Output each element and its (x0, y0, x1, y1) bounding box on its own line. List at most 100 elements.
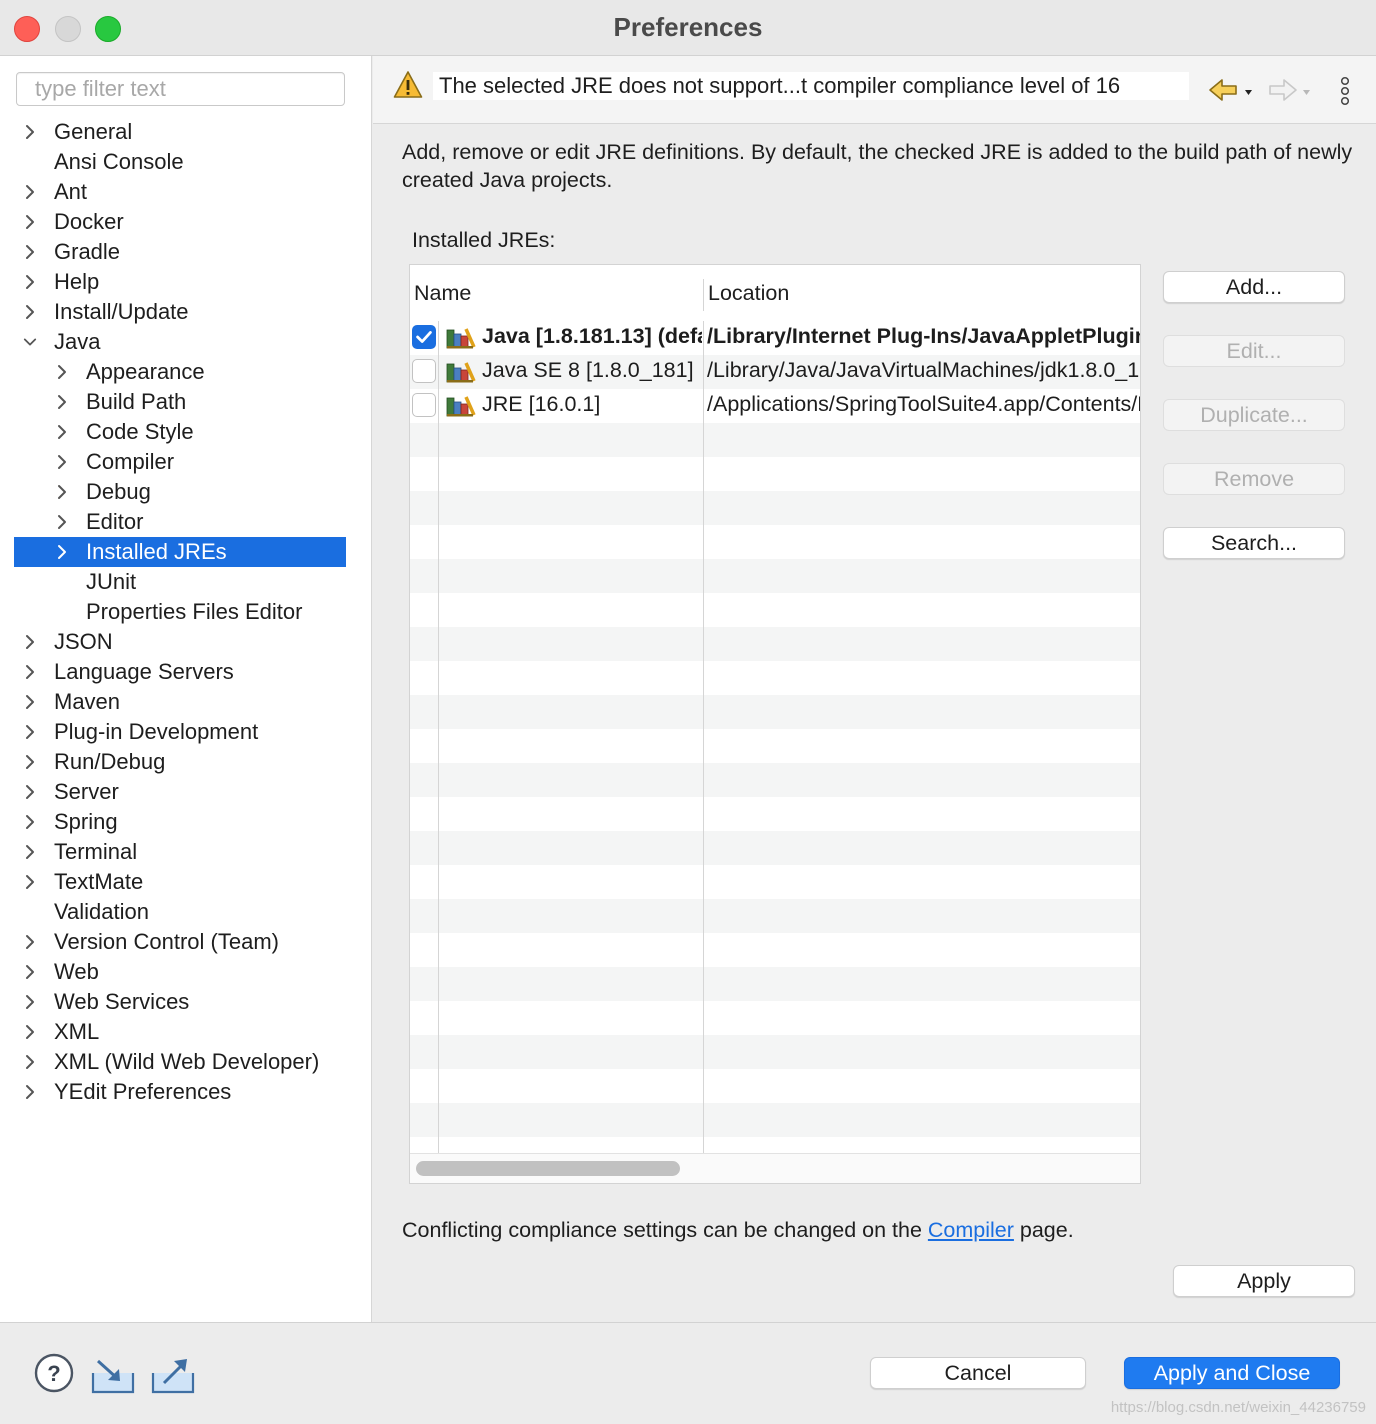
chevron-right-icon[interactable] (52, 447, 72, 477)
chevron-down-icon[interactable] (20, 327, 40, 357)
sidebar-item-properties-files-editor[interactable]: Properties Files Editor (14, 597, 346, 627)
chevron-right-icon[interactable] (20, 1047, 40, 1077)
chevron-right-icon[interactable] (20, 777, 40, 807)
sidebar-item-compiler[interactable]: Compiler (14, 447, 346, 477)
search-button[interactable]: Search... (1163, 527, 1345, 559)
duplicate-button[interactable]: Duplicate... (1163, 399, 1345, 431)
jre-row[interactable]: JRE [16.0.1] /Applications/SpringToolSuit… (410, 389, 1140, 423)
edit-button[interactable]: Edit... (1163, 335, 1345, 367)
jre-row[interactable]: Java [1.8.181.13] (default)/Library/Inte… (410, 321, 1140, 355)
chevron-right-icon[interactable] (20, 627, 40, 657)
sidebar-item-label: Spring (54, 809, 118, 834)
sidebar-item-plug-in-development[interactable]: Plug-in Development (14, 717, 346, 747)
installed-jres-page: The selected JRE does not support...t co… (373, 56, 1376, 1322)
sidebar-item-gradle[interactable]: Gradle (14, 237, 346, 267)
chevron-right-icon[interactable] (52, 477, 72, 507)
chevron-right-icon[interactable] (20, 207, 40, 237)
sidebar-item-server[interactable]: Server (14, 777, 346, 807)
chevron-right-icon[interactable] (20, 867, 40, 897)
chevron-right-icon[interactable] (20, 807, 40, 837)
preferences-window: Preferences General Ansi Console Ant Docker… (0, 0, 1376, 1424)
apply-button[interactable]: Apply (1173, 1265, 1355, 1297)
sidebar-item-language-servers[interactable]: Language Servers (14, 657, 346, 687)
sidebar-item-label: JSON (54, 629, 113, 654)
export-icon[interactable] (150, 1353, 196, 1395)
sidebar-item-terminal[interactable]: Terminal (14, 837, 346, 867)
sidebar-item-spring[interactable]: Spring (14, 807, 346, 837)
chevron-right-icon[interactable] (20, 687, 40, 717)
forward-arrow-icon[interactable] (1267, 76, 1313, 108)
import-icon[interactable] (90, 1353, 136, 1395)
sidebar-item-run-debug[interactable]: Run/Debug (14, 747, 346, 777)
jre-default-checkbox[interactable] (412, 359, 436, 383)
chevron-right-icon[interactable] (20, 747, 40, 777)
sidebar-item-label: Installed JREs (86, 539, 227, 564)
sidebar-item-json[interactable]: JSON (14, 627, 346, 657)
sidebar-item-ant[interactable]: Ant (14, 177, 346, 207)
sidebar-item-appearance[interactable]: Appearance (14, 357, 346, 387)
chevron-right-icon[interactable] (20, 237, 40, 267)
chevron-right-icon[interactable] (20, 297, 40, 327)
chevron-right-icon[interactable] (20, 717, 40, 747)
sidebar-item-version-control-team[interactable]: Version Control (Team) (14, 927, 346, 957)
chevron-right-icon[interactable] (52, 507, 72, 537)
sidebar-item-yedit-preferences[interactable]: YEdit Preferences (14, 1077, 346, 1107)
sidebar-item-debug[interactable]: Debug (14, 477, 346, 507)
empty-table-row (410, 967, 1140, 1001)
cancel-button[interactable]: Cancel (870, 1357, 1086, 1389)
sidebar-item-code-style[interactable]: Code Style (14, 417, 346, 447)
chevron-right-icon[interactable] (20, 117, 40, 147)
chevron-right-icon[interactable] (20, 927, 40, 957)
chevron-right-icon[interactable] (52, 417, 72, 447)
sidebar-item-label: Appearance (86, 359, 205, 384)
message-banner: The selected JRE does not support...t co… (373, 56, 1376, 124)
add-button[interactable]: Add... (1163, 271, 1345, 303)
jre-default-checkbox[interactable] (412, 325, 436, 349)
sidebar-item-web-services[interactable]: Web Services (14, 987, 346, 1017)
scrollbar-thumb[interactable] (416, 1161, 680, 1176)
chevron-right-icon[interactable] (20, 837, 40, 867)
remove-button[interactable]: Remove (1163, 463, 1345, 495)
chevron-right-icon[interactable] (52, 357, 72, 387)
horizontal-scrollbar[interactable] (410, 1153, 1140, 1183)
sidebar-item-install-update[interactable]: Install/Update (14, 297, 346, 327)
sidebar-item-build-path[interactable]: Build Path (14, 387, 346, 417)
sidebar-item-installed-jres[interactable]: Installed JREs (14, 537, 346, 567)
column-divider[interactable] (703, 279, 704, 311)
sidebar-item-textmate[interactable]: TextMate (14, 867, 346, 897)
sidebar-item-xml-wild-web-developer[interactable]: XML (Wild Web Developer) (14, 1047, 346, 1077)
chevron-right-icon[interactable] (20, 657, 40, 687)
empty-table-row (410, 1069, 1140, 1103)
kebab-menu-icon[interactable] (1337, 76, 1353, 108)
sidebar-item-junit[interactable]: JUnit (14, 567, 346, 597)
chevron-right-icon[interactable] (52, 537, 72, 567)
compiler-link[interactable]: Compiler (928, 1218, 1014, 1242)
sidebar-item-editor[interactable]: Editor (14, 507, 346, 537)
empty-table-row (410, 661, 1140, 695)
column-header-location[interactable]: Location (708, 281, 789, 306)
sidebar-item-web[interactable]: Web (14, 957, 346, 987)
back-arrow-icon[interactable] (1207, 76, 1253, 108)
sidebar-item-docker[interactable]: Docker (14, 207, 346, 237)
sidebar-item-maven[interactable]: Maven (14, 687, 346, 717)
jre-row[interactable]: Java SE 8 [1.8.0_181] /Library/Java/JavaV… (410, 355, 1140, 389)
chevron-right-icon[interactable] (20, 987, 40, 1017)
jre-default-checkbox[interactable] (412, 393, 436, 417)
sidebar-item-general[interactable]: General (14, 117, 346, 147)
window-title: Preferences (613, 12, 763, 42)
filter-input[interactable] (16, 72, 345, 106)
chevron-right-icon[interactable] (20, 177, 40, 207)
chevron-right-icon[interactable] (20, 267, 40, 297)
sidebar-item-validation[interactable]: Validation (14, 897, 346, 927)
sidebar-item-help[interactable]: Help (14, 267, 346, 297)
column-header-name[interactable]: Name (414, 281, 471, 306)
chevron-right-icon[interactable] (20, 1077, 40, 1107)
sidebar-item-java[interactable]: Java (14, 327, 346, 357)
sidebar-item-xml[interactable]: XML (14, 1017, 346, 1047)
help-icon[interactable]: ? (34, 1353, 74, 1393)
chevron-right-icon[interactable] (52, 387, 72, 417)
sidebar-item-ansi-console[interactable]: Ansi Console (14, 147, 346, 177)
apply-and-close-button[interactable]: Apply and Close (1124, 1357, 1340, 1389)
chevron-right-icon[interactable] (20, 1017, 40, 1047)
chevron-right-icon[interactable] (20, 957, 40, 987)
